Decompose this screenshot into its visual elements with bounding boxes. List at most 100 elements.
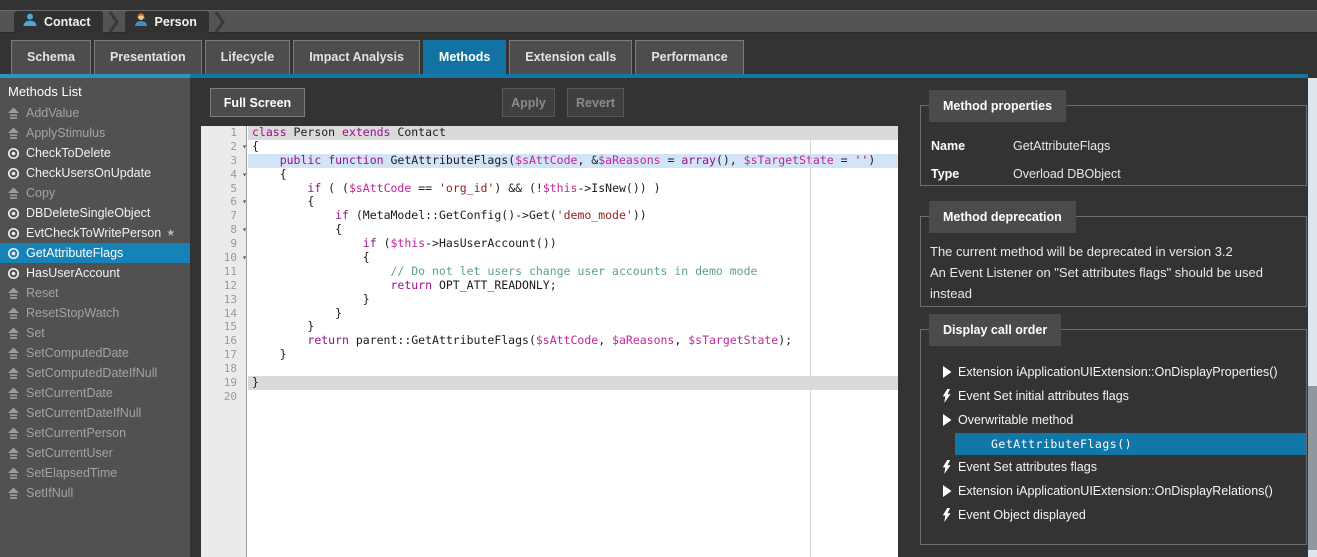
code-line xyxy=(248,390,898,404)
sidebar-item-label: ResetStopWatch xyxy=(26,306,119,320)
sidebar-item-set[interactable]: Set xyxy=(0,323,190,343)
sidebar-item-setifnull[interactable]: SetIfNull xyxy=(0,483,190,503)
sidebar-item-setcurrentperson[interactable]: SetCurrentPerson xyxy=(0,423,190,443)
inherited-method-icon xyxy=(7,187,20,200)
contact-person-icon xyxy=(22,12,38,33)
method-properties-legend: Method properties xyxy=(929,90,1066,122)
event-bolt-icon xyxy=(942,389,958,403)
sidebar-item-dbdeletesingleobject[interactable]: DBDeleteSingleObject xyxy=(0,203,190,223)
call-order-item-getattributeflags-[interactable]: GetAttributeFlags() xyxy=(921,432,1306,455)
sidebar-item-setcomputeddateifnull[interactable]: SetComputedDateIfNull xyxy=(0,363,190,383)
vertical-scrollbar[interactable] xyxy=(1308,78,1317,557)
tab-extension-calls[interactable]: Extension calls xyxy=(509,40,632,74)
apply-button[interactable]: Apply xyxy=(502,88,555,117)
method-deprecation-panel: Method deprecation The current method wi… xyxy=(920,216,1307,307)
sidebar-item-setcurrentdateifnull[interactable]: SetCurrentDateIfNull xyxy=(0,403,190,423)
fold-marker-icon[interactable]: ▾ xyxy=(242,223,247,237)
sidebar-item-applystimulus[interactable]: ApplyStimulus xyxy=(0,123,190,143)
tab-lifecycle[interactable]: Lifecycle xyxy=(205,40,291,74)
sidebar-item-reset[interactable]: Reset xyxy=(0,283,190,303)
fold-marker-icon[interactable]: ▾ xyxy=(242,168,247,182)
call-order-label: Overwritable method xyxy=(958,413,1073,427)
event-bolt-icon xyxy=(942,460,958,474)
inherited-method-icon xyxy=(7,127,20,140)
code-line: { xyxy=(248,251,898,265)
sidebar-item-addvalue[interactable]: AddValue xyxy=(0,103,190,123)
sidebar-item-setcurrentdate[interactable]: SetCurrentDate xyxy=(0,383,190,403)
call-order-label: Extension iApplicationUIExtension::OnDis… xyxy=(958,484,1273,498)
sidebar-item-checktodelete[interactable]: CheckToDelete xyxy=(0,143,190,163)
code-editor[interactable]: 12▾34▾56▾78▾910▾11121314151617181920 cla… xyxy=(201,126,898,557)
sidebar-item-setelapsedtime[interactable]: SetElapsedTime xyxy=(0,463,190,483)
method-deprecation-legend: Method deprecation xyxy=(929,201,1076,233)
tab-impact-analysis[interactable]: Impact Analysis xyxy=(293,40,420,74)
full-screen-button[interactable]: Full Screen xyxy=(210,88,305,117)
property-label: Name xyxy=(931,139,1013,153)
sidebar-item-evtchecktowriteperson[interactable]: EvtCheckToWritePerson★ xyxy=(0,223,190,243)
inherited-method-icon xyxy=(7,467,20,480)
line-number: 10▾ xyxy=(201,251,246,265)
property-label: Type xyxy=(931,167,1013,181)
breadcrumb-item-contact[interactable]: Contact xyxy=(14,11,103,33)
fold-marker-icon[interactable]: ▾ xyxy=(242,195,247,209)
tab-methods[interactable]: Methods xyxy=(423,40,506,74)
sidebar-item-label: SetCurrentPerson xyxy=(26,426,126,440)
sidebar-item-label: EvtCheckToWritePerson xyxy=(26,226,161,240)
call-order-item-event-set-attributes-flags[interactable]: Event Set attributes flags xyxy=(921,455,1306,479)
sidebar-item-label: Reset xyxy=(26,286,59,300)
code-line: { xyxy=(248,140,898,154)
line-number: 9 xyxy=(201,237,246,251)
breadcrumb-item-person[interactable]: Person xyxy=(125,11,209,33)
property-value: Overload DBObject xyxy=(1013,167,1121,181)
editor-gutter: 12▾34▾56▾78▾910▾11121314151617181920 xyxy=(201,126,247,557)
breadcrumb-label: Person xyxy=(155,15,197,29)
code-line: } xyxy=(248,307,898,321)
scrollbar-thumb[interactable] xyxy=(1308,386,1317,550)
sidebar-item-label: SetComputedDate xyxy=(26,346,129,360)
line-number: 3 xyxy=(201,154,246,168)
line-number: 16 xyxy=(201,334,246,348)
call-order-item-overwritable-method[interactable]: Overwritable method xyxy=(921,408,1306,432)
current-method-highlight[interactable]: GetAttributeFlags() xyxy=(955,433,1306,455)
sidebar-item-label: SetCurrentUser xyxy=(26,446,113,460)
tab-schema[interactable]: Schema xyxy=(11,40,91,74)
code-line: class Person extends Contact xyxy=(248,126,898,140)
inherited-method-icon xyxy=(7,107,20,120)
line-number: 2▾ xyxy=(201,140,246,154)
code-line: } xyxy=(248,376,898,390)
call-order-item-extension-iapplicationuiextension-ondisp[interactable]: Extension iApplicationUIExtension::OnDis… xyxy=(921,479,1306,503)
methods-sidebar: Methods List AddValueApplyStimulusCheckT… xyxy=(0,78,190,557)
fold-marker-icon[interactable]: ▾ xyxy=(242,140,247,154)
call-order-label: Event Set attributes flags xyxy=(958,460,1097,474)
sidebar-item-setcomputeddate[interactable]: SetComputedDate xyxy=(0,343,190,363)
editor-code-area[interactable]: class Person extends Contact{ public fun… xyxy=(248,126,898,557)
tab-presentation[interactable]: Presentation xyxy=(94,40,202,74)
call-order-item-event-object-displayed[interactable]: Event Object displayed xyxy=(921,503,1306,527)
sidebar-item-getattributeflags[interactable]: GetAttributeFlags xyxy=(0,243,190,263)
overload-method-icon xyxy=(7,207,20,220)
tab-performance[interactable]: Performance xyxy=(635,40,743,74)
inherited-method-icon xyxy=(7,447,20,460)
sidebar-item-resetstopwatch[interactable]: ResetStopWatch xyxy=(0,303,190,323)
call-order-item-extension-iapplicationuiextension-ondisp[interactable]: Extension iApplicationUIExtension::OnDis… xyxy=(921,360,1306,384)
sidebar-item-checkusersonupdate[interactable]: CheckUsersOnUpdate xyxy=(0,163,190,183)
sidebar-item-setcurrentuser[interactable]: SetCurrentUser xyxy=(0,443,190,463)
person-woman-icon xyxy=(133,12,149,33)
deprecation-line: An Event Listener on "Set attributes fla… xyxy=(930,262,1294,304)
extension-play-icon xyxy=(942,485,958,497)
line-number: 1 xyxy=(201,126,246,140)
sidebar-item-hasuseraccount[interactable]: HasUserAccount xyxy=(0,263,190,283)
inherited-method-icon xyxy=(7,367,20,380)
call-order-label: Event Object displayed xyxy=(958,508,1086,522)
sidebar-item-label: SetCurrentDateIfNull xyxy=(26,406,141,420)
revert-button[interactable]: Revert xyxy=(567,88,624,117)
call-order-label: Extension iApplicationUIExtension::OnDis… xyxy=(958,365,1278,379)
breadcrumb-bar: Contact Person xyxy=(0,0,1317,33)
code-line: // Do not let users change user accounts… xyxy=(248,265,898,279)
line-number: 20 xyxy=(201,390,246,404)
code-line: { xyxy=(248,223,898,237)
inherited-method-icon xyxy=(7,287,20,300)
call-order-item-event-set-initial-attributes-flags[interactable]: Event Set initial attributes flags xyxy=(921,384,1306,408)
fold-marker-icon[interactable]: ▾ xyxy=(242,251,247,265)
sidebar-item-copy[interactable]: Copy xyxy=(0,183,190,203)
